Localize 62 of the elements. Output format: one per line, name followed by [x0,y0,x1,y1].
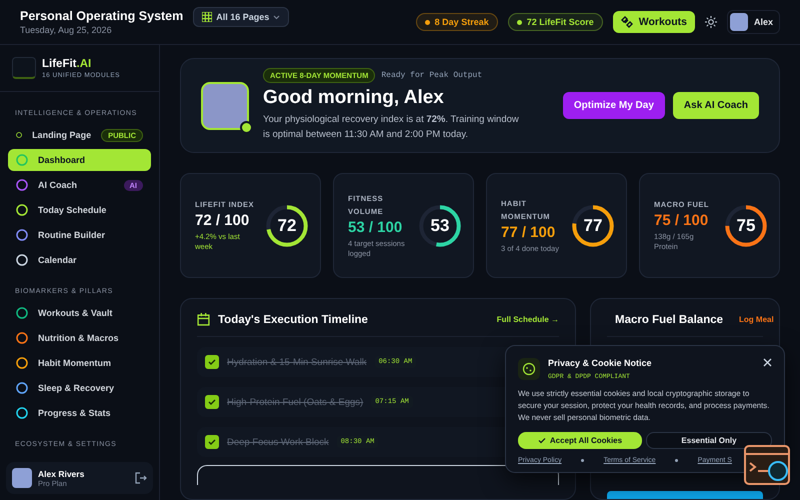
sun-icon[interactable] [704,16,717,28]
chevron-down-icon [273,14,280,20]
task-text: Deep Focus Work Block [227,436,329,448]
grid-icon [202,12,212,22]
essential-button[interactable]: Essential Only [646,432,772,450]
check-icon [208,398,216,406]
logout-icon[interactable] [135,472,147,484]
sidebar-item[interactable]: Today Schedule [8,199,151,221]
brand-name: LifeFit.AI [42,58,92,70]
separator-dot [675,459,678,462]
check-icon [208,438,216,446]
card-title: Today's Execution Timeline [218,314,368,326]
sidebar-item[interactable]: Habit Momentum [8,352,151,374]
greeting-heading: Good morning, Alex [263,87,445,110]
close-icon[interactable] [763,358,772,367]
stat-value: 75 / 100 [654,212,710,229]
full-schedule-link[interactable]: Full Schedule → [496,315,559,324]
sidebar-item[interactable]: Progress & Stats [8,402,151,424]
separator-dot [581,459,584,462]
action-button[interactable]: Ask AI Coach [672,92,759,119]
sidebar-item[interactable]: Nutrition & Macros [8,327,151,349]
log-meal-link[interactable]: Log Meal [739,315,774,324]
task-text: Hydration & 15-Min Sunrise Walk [227,356,367,368]
stat-value: 53 / 100 [348,218,404,236]
status-tag: Ready for Peak Output [381,71,482,80]
ring-value: 75 [736,216,756,236]
ring-value: 72 [278,216,296,236]
user-menu[interactable]: Alex [726,10,780,34]
check-icon [538,437,546,444]
sidebar-item[interactable]: Workouts & Vault [8,302,151,324]
calendar-icon [197,313,210,326]
ring-value: 53 [430,216,450,236]
card-title: Macro Fuel Balance [615,314,724,326]
ring-value: 77 [584,216,602,236]
checkbox[interactable] [205,395,219,409]
dumbbell-icon [620,16,633,28]
avatar-placeholder [12,468,32,488]
workouts-button[interactable]: Workouts [612,11,695,33]
logo-icon [12,57,36,79]
sidebar-item[interactable]: Routine Builder [8,224,151,246]
sidebar-item[interactable]: Calendar [8,249,151,271]
checkbox[interactable] [205,355,219,369]
sidebar-item[interactable]: Dashboard [8,149,151,171]
sidebar-item[interactable]: Sleep & Recovery [8,377,151,399]
task-text: High-Protein Fuel (Oats & Eggs) [227,396,364,408]
terminal-widget-icon[interactable] [744,445,790,485]
status-chip: 72 LifeFit Score [508,13,603,31]
check-icon [208,358,216,366]
checkbox[interactable] [205,435,219,449]
user-name: Alex Rivers [38,468,86,478]
pages-dropdown[interactable]: All 16 Pages [193,7,290,27]
stat-value: 72 / 100 [195,212,250,229]
app-title: Personal Operating System [20,9,184,23]
dialog-title: Privacy & Cookie Notice [548,358,653,368]
date-text: Tuesday, Aug 25, 2026 [20,25,113,35]
avatar-placeholder [730,13,748,31]
recovery-text: Your physiological recovery index is at 72%. Training window is optimal between 11:30 AM and 2:00 PM today. [263,113,520,142]
accept-button[interactable]: Accept All Cookies [518,432,642,450]
cookie-icon [518,358,540,380]
action-button[interactable]: Optimize My Day [562,92,665,119]
status-chip: 8 Day Streak [416,13,498,31]
stat-value: 77 / 100 [501,224,556,241]
